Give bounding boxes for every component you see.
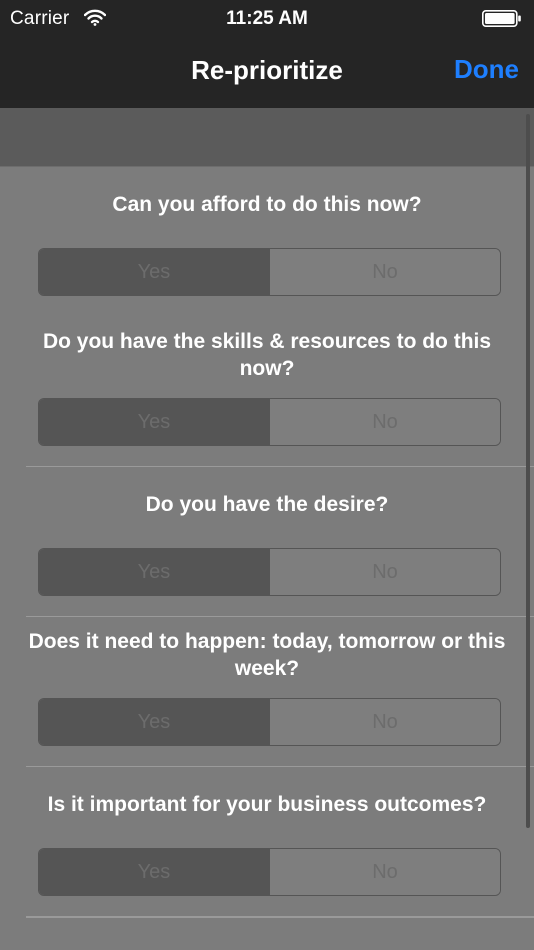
yes-no-segmented-control[interactable]: Yes No [38, 848, 501, 896]
status-time: 11:25 AM [226, 8, 308, 29]
no-segment[interactable]: No [269, 699, 500, 745]
no-segment[interactable]: No [269, 849, 500, 895]
question-text: Does it need to happen: today, tomorrow … [28, 630, 506, 680]
status-bar: Carrier 11:25 AM [0, 0, 534, 38]
yes-no-segmented-control[interactable]: Yes No [38, 698, 501, 746]
yes-no-segmented-control[interactable]: Yes No [38, 248, 501, 296]
question-item: Can you afford to do this now? Yes No [0, 167, 534, 317]
no-segment[interactable]: No [269, 399, 500, 445]
no-segment[interactable]: No [269, 549, 500, 595]
yes-segment[interactable]: Yes [39, 699, 269, 745]
divider [26, 917, 534, 918]
yes-segment[interactable]: Yes [39, 849, 269, 895]
battery-icon [482, 10, 521, 27]
yes-no-segmented-control[interactable]: Yes No [38, 398, 501, 446]
question-text: Do you have the skills & resources to do… [42, 330, 492, 380]
yes-segment[interactable]: Yes [39, 249, 269, 295]
scroll-indicator[interactable] [526, 114, 530, 828]
question-item: Does it need to happen: today, tomorrow … [0, 617, 534, 767]
question-list[interactable]: Can you afford to do this now? Yes No Do… [0, 167, 534, 950]
reprioritize-screen: Carrier 11:25 AM Re-prioritize Done Can … [0, 0, 534, 950]
question-item: Do you have the desire? Yes No [0, 467, 534, 617]
no-segment[interactable]: No [269, 249, 500, 295]
yes-segment[interactable]: Yes [39, 549, 269, 595]
top-bar: Carrier 11:25 AM Re-prioritize Done [0, 0, 534, 109]
question-text: Can you afford to do this now? [112, 193, 422, 216]
question-item: Is it important for your business outcom… [0, 767, 534, 918]
yes-segment[interactable]: Yes [39, 399, 269, 445]
section-header [0, 108, 534, 167]
question-text: Do you have the desire? [145, 493, 389, 516]
question-item: Do you have the skills & resources to do… [0, 317, 534, 467]
yes-no-segmented-control[interactable]: Yes No [38, 548, 501, 596]
question-text: Is it important for your business outcom… [47, 793, 487, 816]
navigation-bar: Re-prioritize Done [0, 38, 534, 108]
done-button[interactable]: Done [454, 54, 519, 85]
